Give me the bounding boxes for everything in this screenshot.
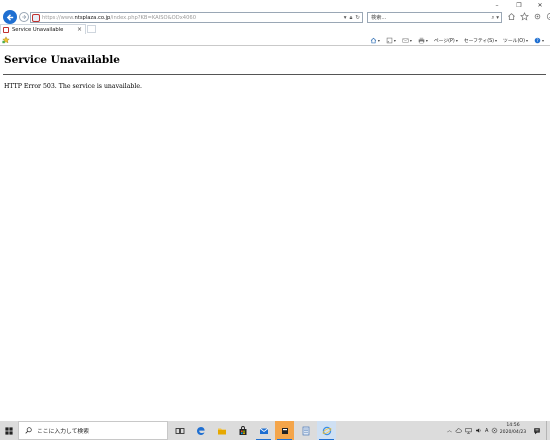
navigation-bar: https://www.ntsplaza.co.jp/index.php?KB=… — [0, 10, 550, 24]
notepad-taskbar-button[interactable] — [296, 421, 315, 440]
search-icon — [25, 427, 32, 434]
edge-browser-icon — [196, 426, 205, 435]
ie-taskbar-button[interactable] — [317, 421, 336, 440]
lock-icon[interactable]: 🔒︎ — [349, 14, 352, 22]
title-bar: – ❐ ✕ — [0, 0, 550, 10]
tab-title: Service Unavailable — [12, 26, 64, 33]
refresh-icon[interactable]: ↻ — [355, 14, 360, 22]
feeds-icon — [386, 37, 393, 43]
settings-gear-icon[interactable] — [533, 12, 542, 21]
search-input[interactable]: 検索... ⌕ ▾ — [367, 12, 502, 23]
system-tray: ︿ A — [447, 421, 498, 440]
tab-service-unavailable[interactable]: Service Unavailable × — [0, 24, 86, 34]
notification-icon — [534, 427, 540, 434]
store-taskbar-button[interactable] — [233, 421, 252, 440]
notepad-icon — [302, 426, 309, 435]
print-menu-button[interactable]: ▾ — [418, 37, 428, 44]
site-favicon-icon — [32, 14, 40, 22]
search-icon[interactable]: ⌕ ▾ — [491, 14, 499, 22]
mail-icon — [402, 37, 409, 43]
favorites-bar-icon[interactable] — [2, 36, 10, 44]
address-url[interactable]: https://www.ntsplaza.co.jp/index.php?KB=… — [42, 14, 196, 22]
start-button[interactable] — [0, 421, 18, 440]
favorites-star-icon[interactable] — [520, 12, 529, 21]
speaker-icon[interactable] — [475, 427, 482, 434]
tools-menu-button[interactable]: ツール(O) ▾ — [503, 37, 528, 44]
edge-taskbar-button[interactable] — [191, 421, 210, 440]
taskbar-search-box[interactable]: ここに入力して検索 — [18, 421, 168, 440]
feedback-smiley-icon[interactable] — [546, 12, 550, 21]
mail-menu-button[interactable]: ▾ — [402, 37, 412, 44]
error-message: HTTP Error 503. The service is unavailab… — [4, 83, 143, 90]
taskbar-clock[interactable]: 14:56 2020/04/23 — [496, 423, 530, 436]
forward-arrow-icon — [22, 14, 27, 20]
store-bag-icon — [239, 425, 246, 435]
home-toolbar-icon[interactable] — [507, 12, 516, 21]
show-desktop-button[interactable] — [546, 421, 550, 440]
print-icon — [418, 37, 425, 43]
cloud-icon[interactable] — [455, 427, 462, 434]
page-menu-button[interactable]: ページ(P) ▾ — [434, 37, 458, 44]
tab-favicon-icon — [3, 26, 9, 33]
page-title: Service Unavailable — [4, 54, 120, 66]
forward-button[interactable] — [19, 12, 29, 22]
maximize-button[interactable]: ❐ — [510, 0, 528, 10]
explorer-taskbar-button[interactable] — [212, 421, 231, 440]
task-view-button[interactable] — [170, 421, 189, 440]
command-bar: ▾ ▾ ▾ ▾ ページ(P) ▾ セーフティ(S) ▾ ツール(O) ▾ ? ▾ — [0, 34, 550, 46]
internet-explorer-icon — [322, 426, 331, 435]
search-placeholder: 検索... — [371, 15, 387, 21]
taskbar-search-text: ここに入力して検索 — [37, 429, 89, 435]
network-icon[interactable] — [465, 427, 472, 434]
folder-icon — [217, 428, 226, 434]
chevron-up-icon[interactable]: ︿ — [447, 427, 452, 434]
clock-date: 2020/04/23 — [499, 429, 527, 435]
address-input[interactable]: https://www.ntsplaza.co.jp/index.php?KB=… — [30, 12, 363, 23]
back-arrow-icon — [6, 13, 13, 21]
home-menu-button[interactable]: ▾ — [370, 37, 380, 44]
ime-indicator[interactable]: A — [485, 428, 488, 434]
app-taskbar-button-orange[interactable] — [275, 421, 294, 440]
home-icon — [370, 37, 376, 43]
taskbar: ここに入力して検索 ︿ A 14:56 2020/04/23 — [0, 421, 550, 440]
minimize-button[interactable]: – — [488, 0, 506, 10]
close-window-button[interactable]: ✕ — [531, 0, 549, 10]
svg-text:?: ? — [536, 38, 538, 43]
feeds-menu-button[interactable]: ▾ — [386, 37, 396, 44]
tab-strip: Service Unavailable × — [0, 24, 550, 34]
help-icon: ? — [534, 37, 541, 43]
safety-menu-button[interactable]: セーフティ(S) ▾ — [464, 37, 497, 44]
task-view-icon — [175, 427, 184, 434]
help-menu-button[interactable]: ? ▾ — [534, 37, 544, 44]
search-dropdown-icon[interactable]: ▾ — [344, 14, 347, 22]
tab-close-icon[interactable]: × — [77, 26, 82, 33]
windows-logo-icon — [5, 426, 13, 435]
new-tab-button[interactable] — [87, 25, 96, 33]
mail-taskbar-button[interactable] — [254, 421, 273, 440]
action-center-button[interactable] — [531, 421, 543, 440]
back-button[interactable] — [3, 10, 17, 24]
horizontal-rule — [3, 74, 546, 75]
mail-app-icon — [259, 427, 268, 434]
app-window-icon — [281, 427, 288, 434]
page-content: Service Unavailable HTTP Error 503. The … — [0, 46, 550, 421]
